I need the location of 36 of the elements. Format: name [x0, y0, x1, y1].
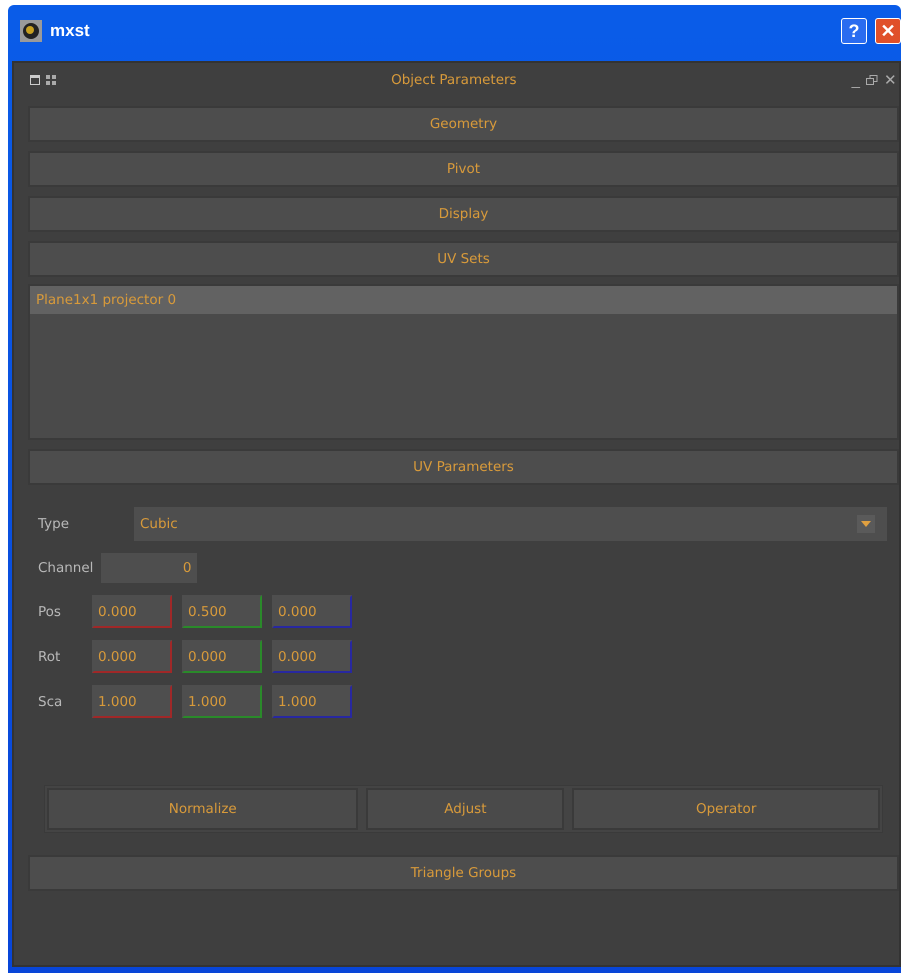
field-label: Type	[38, 516, 70, 532]
field-label: Pos	[38, 604, 62, 620]
number-field[interactable]: 0.000	[182, 640, 262, 673]
window-icon	[30, 75, 40, 85]
number-field[interactable]: 0.000	[92, 595, 172, 628]
channel-field[interactable]: 0	[101, 553, 198, 583]
action-button[interactable]: Adjust	[366, 788, 564, 830]
field-label: Rot	[38, 648, 62, 664]
number-field[interactable]: 0.000	[272, 595, 352, 628]
action-button[interactable]: Operator	[572, 788, 880, 830]
panel-title: Object Parameters	[390, 72, 518, 88]
minimize-button[interactable]: _	[852, 72, 860, 88]
type-dropdown[interactable]: Cubic	[134, 507, 887, 541]
grid-icon	[46, 75, 56, 85]
section-header[interactable]: UV Sets	[28, 241, 899, 277]
restore-icon[interactable]	[866, 74, 878, 86]
number-field[interactable]: 0.500	[182, 595, 262, 628]
section-header[interactable]: Display	[28, 196, 899, 232]
close-button[interactable]: ✕	[875, 18, 901, 44]
section-header[interactable]: UV Parameters	[28, 449, 899, 485]
help-button[interactable]: ?	[841, 18, 867, 44]
app-icon	[20, 20, 42, 42]
list-item[interactable]: Plane1x1 projector 0	[30, 286, 897, 314]
field-label: Channel	[38, 560, 94, 576]
number-field[interactable]: 0.000	[92, 640, 172, 673]
field-label: Sca	[38, 694, 64, 710]
number-field[interactable]: 1.000	[272, 685, 352, 718]
close-button[interactable]: ✕	[884, 71, 897, 89]
section-header[interactable]: Pivot	[28, 151, 899, 187]
number-field[interactable]: 0.000	[272, 640, 352, 673]
number-field[interactable]: 1.000	[182, 685, 262, 718]
number-field[interactable]: 1.000	[92, 685, 172, 718]
window-title: mxst	[50, 21, 90, 41]
action-button[interactable]: Normalize	[47, 788, 358, 830]
section-header[interactable]: Geometry	[28, 106, 899, 142]
section-header[interactable]: Triangle Groups	[28, 855, 899, 891]
